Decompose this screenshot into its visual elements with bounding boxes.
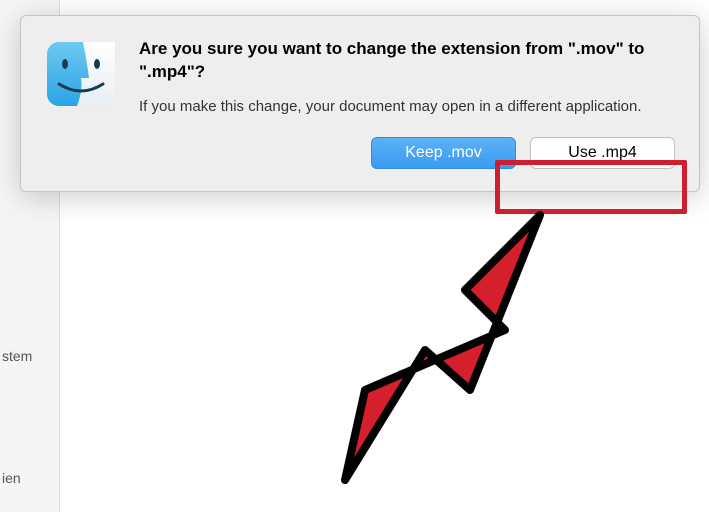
sidebar-item-fragment: stem <box>2 348 32 364</box>
dialog-message: If you make this change, your document m… <box>139 96 675 117</box>
use-button[interactable]: Use .mp4 <box>530 137 675 169</box>
finder-icon <box>45 38 117 110</box>
confirmation-dialog: Are you sure you want to change the exte… <box>20 15 700 192</box>
keep-button[interactable]: Keep .mov <box>371 137 516 169</box>
arrow-annotation <box>250 195 650 515</box>
dialog-text-area: Are you sure you want to change the exte… <box>139 38 675 169</box>
dialog-title: Are you sure you want to change the exte… <box>139 38 675 84</box>
sidebar-item-fragment: ien <box>2 470 21 486</box>
dialog-content: Are you sure you want to change the exte… <box>45 38 675 169</box>
dialog-button-row: Keep .mov Use .mp4 <box>139 137 675 169</box>
